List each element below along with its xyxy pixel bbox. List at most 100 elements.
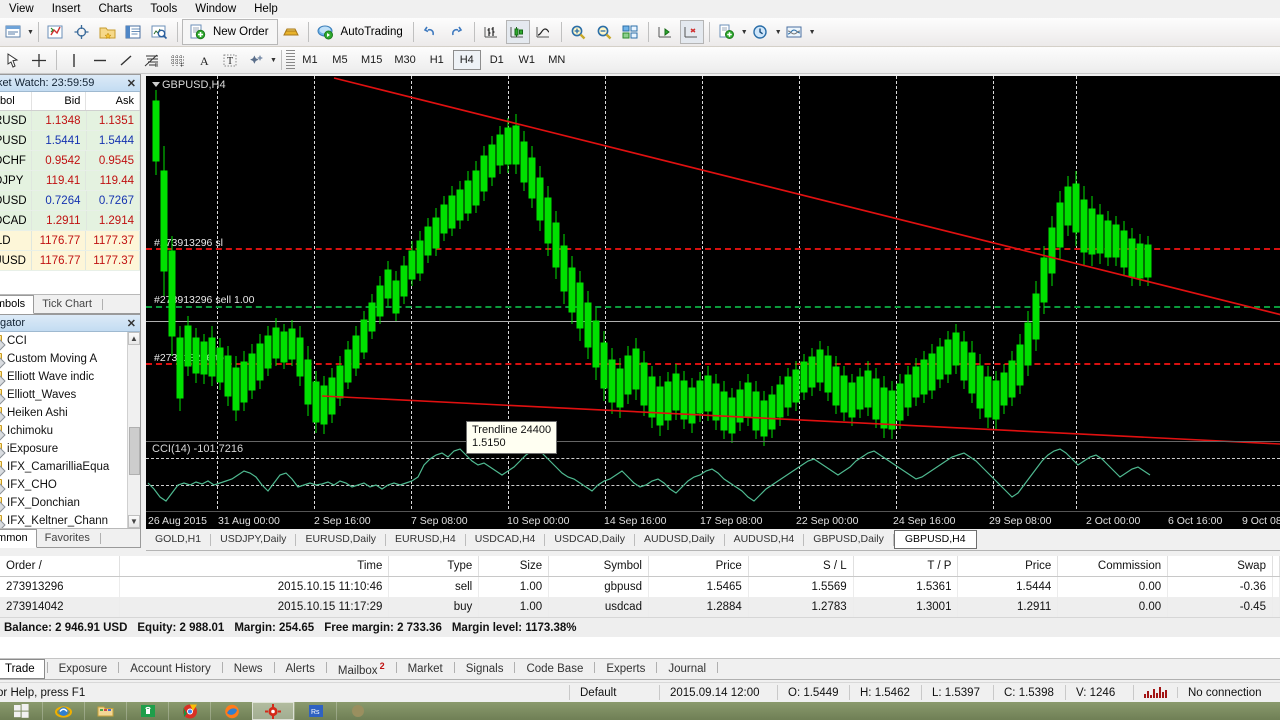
chart-tab-usdcad-daily[interactable]: USDCAD,Daily [545, 530, 634, 549]
autotrading-icon[interactable] [314, 20, 338, 44]
chart-shift-icon[interactable] [679, 20, 704, 44]
chart-tab-audusd-h4[interactable]: AUDUSD,H4 [725, 530, 804, 549]
templates-icon[interactable] [715, 20, 739, 44]
scrollbar-thumb[interactable] [129, 427, 140, 475]
market-watch-row[interactable]: GBPUSD 1.5441 1.5444 [0, 131, 140, 151]
navigator-item-ifx-keltner-channel[interactable]: ··· f IFX_Keltner_Chann [0, 512, 140, 528]
navigator-list[interactable]: ··· f CCI ··· f Custom Moving A ··· f El… [0, 332, 140, 528]
templates-dropdown-icon[interactable]: ▼ [741, 29, 748, 36]
start-button[interactable] [0, 702, 42, 720]
chart-tab-gbpusd-h4[interactable]: GBPUSD,H4 [893, 530, 977, 549]
terminal-tab-market[interactable]: Market [399, 660, 452, 678]
chart-tab-eurusd-h4[interactable]: EURUSD,H4 [386, 530, 465, 549]
timeframe-w1[interactable]: W1 [513, 50, 541, 70]
column-current-price[interactable]: Price [958, 556, 1059, 576]
tab-favorites[interactable]: Favorites [37, 530, 98, 547]
menu-item-charts[interactable]: Charts [89, 2, 141, 16]
column-swap[interactable]: Swap [1168, 556, 1273, 576]
new-chart-icon[interactable] [1, 20, 25, 44]
timeframe-m15[interactable]: M15 [356, 50, 387, 70]
cursor-icon[interactable] [1, 48, 25, 72]
candlestick-chart-icon[interactable] [505, 20, 530, 44]
chrome-icon[interactable] [168, 702, 210, 720]
zoom-out-icon[interactable] [593, 20, 617, 44]
navigator-item-ifx-camarillia-equations[interactable]: ··· f IFX_CamarilliaEqua [0, 458, 140, 476]
period-icon[interactable] [749, 20, 773, 44]
table-row[interactable]: 273914042 2015.10.15 11:17:29 buy 1.00 u… [0, 597, 1280, 617]
navigator-item-ichimoku[interactable]: ··· f Ichimoku [0, 422, 140, 440]
column-commission[interactable]: Commission [1058, 556, 1169, 576]
timeframe-h1[interactable]: H1 [423, 50, 451, 70]
trendline-icon[interactable] [114, 48, 138, 72]
timeframe-mn[interactable]: MN [543, 50, 571, 70]
new-order-label[interactable]: New Order [211, 26, 275, 38]
line-chart-icon[interactable] [532, 20, 556, 44]
navigator-item-elliott-wave-indicator[interactable]: ··· f Elliott Wave indic [0, 368, 140, 386]
column-price[interactable]: Price [649, 556, 749, 576]
column-profit[interactable] [1273, 556, 1280, 576]
navigator-item-cci[interactable]: ··· f CCI [0, 332, 140, 350]
expert-advisors-icon[interactable] [44, 20, 68, 44]
text-icon[interactable]: T [218, 48, 242, 72]
menu-item-window[interactable]: Window [186, 2, 245, 16]
navigator-item-elliott-waves[interactable]: ··· f Elliott_Waves [0, 386, 140, 404]
column-size[interactable]: Size [479, 556, 550, 576]
tab-common[interactable]: Common [0, 529, 37, 548]
column-bid[interactable]: Bid [32, 92, 87, 110]
market-watch-row[interactable]: USDCHF 0.9542 0.9545 [0, 151, 140, 171]
navigator-item-ifx-donchian[interactable]: ··· f IFX_Donchian [0, 494, 140, 512]
new-order-icon[interactable] [186, 20, 210, 44]
navigator-item-heiken-ashi[interactable]: ··· f Heiken Ashi [0, 404, 140, 422]
close-icon[interactable]: ✕ [127, 317, 136, 330]
other-app-icon[interactable] [336, 702, 378, 720]
scroll-up-icon[interactable]: ▲ [128, 332, 140, 345]
redo-icon[interactable] [445, 20, 469, 44]
status-connection[interactable]: No connection [1178, 685, 1272, 700]
menu-item-tools[interactable]: Tools [141, 2, 186, 16]
menu-item-view[interactable]: View [0, 2, 43, 16]
tab-symbols[interactable]: Symbols [0, 295, 35, 314]
indicators-dropdown-icon[interactable]: ▼ [809, 29, 816, 36]
terminal-tab-signals[interactable]: Signals [457, 660, 513, 678]
terminal-tab-trade[interactable]: Trade [0, 659, 45, 679]
terminal-tab-exposure[interactable]: Exposure [50, 660, 117, 678]
timeframe-m30[interactable]: M30 [389, 50, 420, 70]
timeframe-m5[interactable]: M5 [326, 50, 354, 70]
tab-tick-chart[interactable]: Tick Chart [34, 296, 100, 313]
data-window-icon[interactable] [122, 20, 146, 44]
period-dropdown-icon[interactable]: ▼ [775, 29, 782, 36]
terminal-tab-code-base[interactable]: Code Base [517, 660, 592, 678]
column-symbol[interactable]: Symbol [549, 556, 649, 576]
settings-icon[interactable] [252, 702, 294, 720]
market-watch-row[interactable]: EURUSD 1.1348 1.1351 [0, 111, 140, 131]
chart-tab-gbpusd-daily[interactable]: GBPUSD,Daily [804, 530, 893, 549]
text-label-icon[interactable]: A [192, 48, 216, 72]
terminal-tab-account-history[interactable]: Account History [121, 660, 220, 678]
firefox-icon[interactable] [210, 702, 252, 720]
navigator-item-custom-moving-average[interactable]: ··· f Custom Moving A [0, 350, 140, 368]
timeframe-h4[interactable]: H4 [452, 50, 481, 70]
connection-signal-icon[interactable] [1134, 687, 1178, 698]
navigator-scrollbar[interactable]: ▲ ▼ [127, 332, 140, 528]
timeframe-m1[interactable]: M1 [296, 50, 324, 70]
column-symbol[interactable]: Symbol [0, 92, 32, 110]
chart-tab-usdcad-h4[interactable]: USDCAD,H4 [466, 530, 545, 549]
navigator-item-ifx-cho[interactable]: ··· f IFX_CHO [0, 476, 140, 494]
terminal-tab-journal[interactable]: Journal [659, 660, 715, 678]
crosshair-icon[interactable] [70, 20, 94, 44]
column-stop-loss[interactable]: S / L [749, 556, 854, 576]
menu-item-help[interactable]: Help [245, 2, 287, 16]
shapes-dropdown-icon[interactable]: ▼ [270, 57, 277, 64]
chart-tab-gold-h1[interactable]: GOLD,H1 [146, 530, 210, 549]
market-watch-row[interactable]: USDCAD 1.2911 1.2914 [0, 211, 140, 231]
new-chart-dropdown-icon[interactable]: ▼ [27, 29, 34, 36]
status-profile[interactable]: Default [570, 685, 660, 700]
market-watch-row[interactable]: GOLD 1176.77 1177.37 [0, 231, 140, 251]
close-icon[interactable]: ✕ [127, 77, 136, 90]
shapes-icon[interactable] [244, 48, 268, 72]
bar-chart-icon[interactable] [480, 20, 504, 44]
column-ask[interactable]: Ask [86, 92, 140, 110]
terminal-tab-mailbox[interactable]: Mailbox 2 [329, 658, 394, 680]
column-type[interactable]: Type [389, 556, 480, 576]
store-icon[interactable] [126, 702, 168, 720]
